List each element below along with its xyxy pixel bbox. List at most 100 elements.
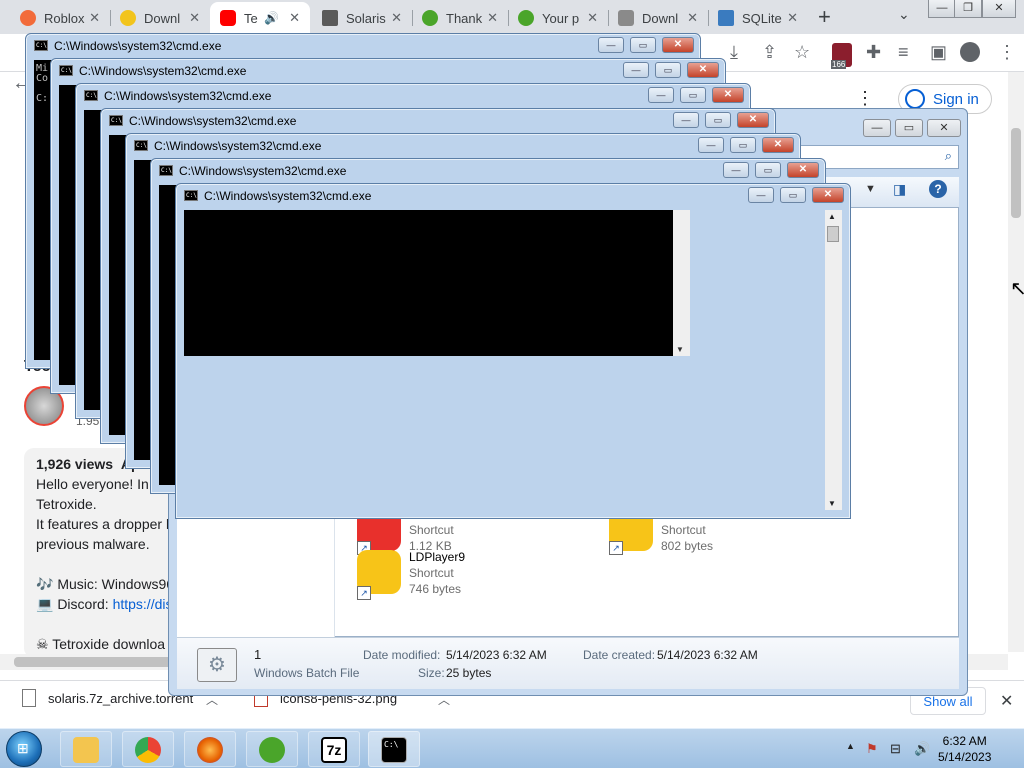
close-icon[interactable]: ✕	[89, 10, 100, 26]
close-icon[interactable]: ✕	[487, 10, 498, 26]
profile-avatar-icon[interactable]	[960, 42, 980, 62]
scrollbar-thumb[interactable]	[827, 226, 839, 242]
cmd-titlebar[interactable]: C:\ C:\Windows\system32\cmd.exe — ▭ ✕	[76, 84, 750, 108]
minimize-button[interactable]: —	[723, 162, 749, 178]
chevron-down-icon[interactable]: ⌄	[898, 6, 910, 23]
scroll-down-icon[interactable]: ▼	[828, 499, 836, 508]
explorer-minimize-button[interactable]: —	[863, 119, 891, 137]
tab-thank[interactable]: Thank ✕	[412, 2, 508, 34]
preview-pane-icon[interactable]: ◨	[893, 181, 906, 198]
cmd-scrollbar[interactable]: ▲ ▼	[825, 210, 842, 510]
cmd-scrollbar[interactable]: ▼	[673, 210, 690, 356]
close-icon[interactable]: ✕	[787, 10, 798, 26]
clock[interactable]: 6:32 AM 5/14/2023	[938, 733, 991, 765]
maximize-button[interactable]: ▭	[755, 162, 781, 178]
minimize-button[interactable]: —	[673, 112, 699, 128]
side-panel-icon[interactable]: ▣	[930, 42, 947, 63]
tab-roblox[interactable]: Roblox ✕	[10, 2, 110, 34]
window-restore-button[interactable]: ❐	[954, 0, 982, 18]
network-icon[interactable]: ⊟	[890, 741, 901, 757]
taskbar-chrome-button[interactable]	[122, 731, 174, 767]
tab-download[interactable]: Downl ✕	[110, 2, 210, 34]
tray-expand-icon[interactable]: ▲	[846, 741, 855, 751]
maximize-button[interactable]: ▭	[655, 62, 681, 78]
taskbar-explorer-button[interactable]	[60, 731, 112, 767]
extension-icon[interactable]: 166	[831, 43, 852, 69]
bookmark-star-icon[interactable]: ☆	[794, 42, 810, 63]
window-close-button[interactable]: ✕	[982, 0, 1016, 18]
maximize-button[interactable]: ▭	[730, 137, 756, 153]
cmd-titlebar[interactable]: C:\ C:\Windows\system32\cmd.exe — ▭ ✕	[26, 34, 700, 58]
chrome-menu-icon[interactable]: ⋮	[998, 42, 1016, 63]
tab-your[interactable]: Your p ✕	[508, 2, 608, 34]
more-options-icon[interactable]: ⋮	[856, 88, 874, 109]
maximize-button[interactable]: ▭	[780, 187, 806, 203]
cmd-window-front[interactable]: C:\ C:\Windows\system32\cmd.exe — ▭ ✕ ▼ …	[175, 183, 851, 519]
close-icon[interactable]: ✕	[687, 10, 698, 26]
maximize-button[interactable]: ▭	[680, 87, 706, 103]
tab-title: Downl	[144, 10, 181, 26]
close-button[interactable]: ✕	[737, 112, 769, 128]
taskbar-cmd-button[interactable]: C:\	[368, 731, 420, 767]
view-options-chevron-icon[interactable]: ▼	[865, 183, 876, 195]
maximize-button[interactable]: ▭	[630, 37, 656, 53]
media-queue-icon[interactable]: ≡	[898, 42, 909, 63]
minimize-button[interactable]: —	[748, 187, 774, 203]
explorer-file-item[interactable]: ↗ LDPlayer9 Shortcut 746 bytes	[357, 550, 557, 600]
tab-sqlite[interactable]: SQLite ✕	[708, 2, 808, 34]
download-line: ☠ Tetroxide downloa	[36, 636, 166, 652]
close-button[interactable]: ✕	[662, 37, 694, 53]
maximize-button[interactable]: ▭	[705, 112, 731, 128]
minimize-button[interactable]: —	[598, 37, 624, 53]
explorer-maximize-button[interactable]: ▭	[895, 119, 923, 137]
puzzle-extensions-icon[interactable]: ✚	[866, 42, 881, 63]
speaker-icon[interactable]: 🔊	[264, 11, 279, 25]
scrollbar-thumb[interactable]	[14, 657, 174, 667]
tab-download-2[interactable]: Downl ✕	[608, 2, 708, 34]
share-icon[interactable]: ⇪	[762, 42, 777, 63]
close-button[interactable]: ✕	[687, 62, 719, 78]
close-icon[interactable]: ✕	[189, 10, 200, 26]
close-button[interactable]: ✕	[712, 87, 744, 103]
scroll-down-icon[interactable]: ▼	[676, 345, 684, 354]
window-minimize-button[interactable]: —	[928, 0, 956, 18]
scroll-up-icon[interactable]: ▲	[828, 212, 836, 221]
taskbar-firefox-button[interactable]	[184, 731, 236, 767]
close-button[interactable]: ✕	[787, 162, 819, 178]
close-icon[interactable]: ✕	[587, 10, 598, 26]
tab-solaris[interactable]: Solaris ✕	[312, 2, 412, 34]
close-icon[interactable]: ✕	[391, 10, 402, 26]
new-tab-button[interactable]: +	[818, 4, 831, 30]
tab-title: SQLite	[742, 10, 782, 26]
sqlite-favicon-icon	[718, 10, 734, 26]
cmd-console[interactable]: ▼	[184, 210, 690, 356]
cmd-window-frame	[184, 358, 692, 486]
taskbar-utorrent-button[interactable]	[246, 731, 298, 767]
minimize-button[interactable]: —	[698, 137, 724, 153]
action-center-flag-icon[interactable]: ⚑	[866, 741, 878, 757]
install-icon[interactable]: ⤓	[730, 42, 738, 63]
scrollbar-thumb[interactable]	[1011, 128, 1021, 218]
taskbar-7zip-button[interactable]: 7z	[308, 731, 360, 767]
cmd-titlebar[interactable]: C:\ C:\Windows\system32\cmd.exe — ▭ ✕	[101, 109, 775, 133]
minimize-button[interactable]: —	[623, 62, 649, 78]
cmd-titlebar[interactable]: C:\ C:\Windows\system32\cmd.exe — ▭ ✕	[51, 59, 725, 83]
close-button[interactable]: ✕	[762, 137, 794, 153]
tab-title: Thank	[446, 10, 483, 26]
page-vertical-scrollbar[interactable]	[1008, 72, 1024, 652]
file-name: LDPlayer9	[409, 550, 466, 564]
cmd-titlebar[interactable]: C:\ C:\Windows\system32\cmd.exe — ▭ ✕	[151, 159, 825, 183]
cmd-titlebar[interactable]: C:\ C:\Windows\system32\cmd.exe — ▭ ✕	[126, 134, 800, 158]
close-icon[interactable]: ✕	[289, 10, 300, 26]
tab-youtube-active[interactable]: Te 🔊 ✕	[210, 2, 310, 34]
start-button[interactable]: ⊞	[6, 731, 42, 767]
cmd-titlebar[interactable]: C:\ C:\Windows\system32\cmd.exe — ▭ ✕	[176, 184, 850, 208]
discord-link[interactable]: https://dis	[113, 596, 173, 612]
close-button[interactable]: ✕	[812, 187, 844, 203]
help-icon[interactable]: ?	[929, 180, 947, 198]
clock-time: 6:32 AM	[942, 734, 987, 748]
explorer-close-button[interactable]: ✕	[927, 119, 961, 137]
close-icon[interactable]: ✕	[1000, 691, 1013, 711]
minimize-button[interactable]: —	[648, 87, 674, 103]
volume-icon[interactable]: 🔊	[914, 741, 930, 757]
